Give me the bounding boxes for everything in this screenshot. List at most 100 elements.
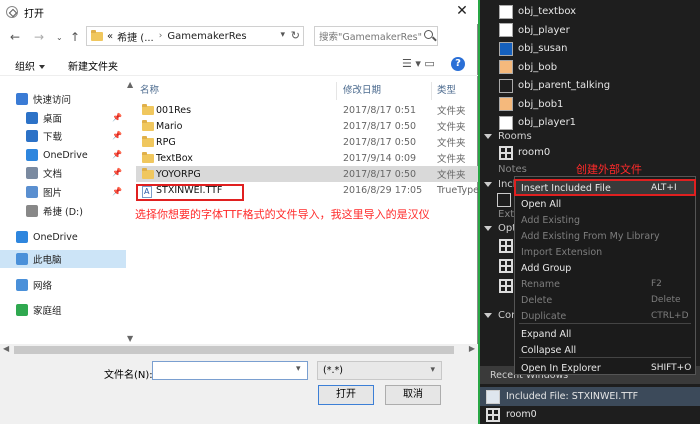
up-arrow-icon[interactable]: ↑ — [70, 30, 80, 44]
menu-item[interactable]: Add Group — [515, 260, 695, 276]
new-folder-button[interactable]: 新建文件夹 — [68, 58, 118, 73]
dialog-titlebar[interactable]: 打开 ✕ — [0, 0, 478, 24]
column-type[interactable]: 类型 — [437, 82, 456, 96]
scroll-up-icon[interactable]: ▲ — [127, 80, 133, 89]
object-item[interactable]: obj_susan — [478, 39, 700, 58]
column-date[interactable]: 修改日期 — [343, 82, 381, 96]
nav-item[interactable]: 快速访问 — [0, 90, 126, 108]
search-placeholder: 搜索"GamemakerRes" — [319, 32, 422, 43]
menu-item[interactable]: Expand All — [515, 326, 695, 342]
forward-arrow-icon[interactable]: → — [34, 30, 44, 44]
menu-item[interactable]: Delete Delete — [515, 292, 695, 308]
pin-icon[interactable]: 📌 — [112, 150, 122, 159]
column-separator[interactable] — [431, 82, 432, 100]
file-name: Mario — [156, 120, 183, 132]
app-icon — [6, 6, 18, 18]
address-bar[interactable]: « 希捷 (... › GamemakerRes ▾ ↻ — [86, 26, 304, 46]
file-row[interactable]: YOYORPG 2017/8/17 0:50 文件夹 — [136, 166, 478, 182]
column-name[interactable]: 名称 — [140, 82, 159, 96]
menu-item-label: Duplicate — [521, 310, 567, 322]
menu-item-label: Add Existing From My Library — [521, 230, 660, 242]
nav-item[interactable]: 下载 📌 — [0, 127, 126, 145]
menu-item[interactable]: Add Existing — [515, 212, 695, 228]
pin-icon[interactable]: 📌 — [112, 187, 122, 196]
object-item[interactable]: obj_bob1 — [478, 95, 700, 114]
nav-item[interactable]: OneDrive — [0, 228, 126, 246]
help-icon[interactable]: ? — [451, 57, 465, 71]
object-label: obj_player — [518, 24, 570, 36]
menu-item[interactable]: Add Existing From My Library — [515, 228, 695, 244]
object-label: obj_bob1 — [518, 98, 564, 110]
nav-item[interactable]: 网络 — [0, 276, 126, 294]
refresh-icon[interactable]: ↻ — [291, 29, 300, 42]
menu-item[interactable]: Duplicate CTRL+D — [515, 308, 695, 324]
scroll-down-icon[interactable]: ▼ — [127, 334, 133, 343]
chevron-right-icon[interactable]: › — [159, 31, 163, 41]
folder-icon — [91, 29, 103, 41]
nav-item[interactable]: 家庭组 — [0, 301, 126, 319]
nav-item-icon — [26, 205, 38, 217]
object-item[interactable]: obj_bob — [478, 58, 700, 77]
open-button[interactable]: 打开 — [318, 385, 374, 405]
file-row[interactable]: RPG 2017/8/17 0:50 文件夹 — [136, 134, 478, 150]
breadcrumb-drive[interactable]: 希捷 (... — [117, 29, 154, 44]
pin-icon[interactable]: 📌 — [112, 168, 122, 177]
dialog-title: 打开 — [24, 8, 44, 20]
file-row[interactable]: Mario 2017/8/17 0:50 文件夹 — [136, 118, 478, 134]
nav-item[interactable]: 文档 📌 — [0, 164, 126, 182]
search-icon — [424, 30, 433, 39]
file-row[interactable]: 001Res 2017/8/17 0:51 文件夹 — [136, 102, 478, 118]
object-item[interactable]: obj_textbox — [478, 2, 700, 21]
nav-item[interactable]: 桌面 📌 — [0, 109, 126, 127]
pin-icon[interactable]: 📌 — [112, 113, 122, 122]
nav-item[interactable]: 图片 📌 — [0, 183, 126, 201]
horizontal-scrollbar[interactable]: ◀ ▶ — [0, 344, 478, 356]
object-item[interactable]: obj_parent_talking — [478, 76, 700, 95]
nav-item-label: 图片 — [43, 188, 63, 199]
scrollbar-thumb[interactable] — [14, 346, 454, 354]
pin-icon[interactable]: 📌 — [112, 131, 122, 140]
view-options-icon[interactable]: ☰ ▾ ▭ — [402, 57, 435, 70]
file-name: 001Res — [156, 104, 192, 116]
nav-item[interactable]: 此电脑 — [0, 250, 126, 268]
recent-item-room0[interactable]: room0 — [480, 405, 700, 424]
breadcrumb-overflow[interactable]: « — [107, 31, 113, 42]
folder-icon — [142, 104, 154, 115]
close-button[interactable]: ✕ — [454, 3, 470, 19]
object-label: obj_parent_talking — [518, 80, 611, 91]
file-row[interactable]: TextBox 2017/9/14 0:09 文件夹 — [136, 150, 478, 166]
menu-item[interactable]: Open All — [515, 196, 695, 212]
nav-item[interactable]: OneDrive 📌 — [0, 146, 126, 164]
menu-item[interactable]: Import Extension — [515, 244, 695, 260]
breadcrumb-folder[interactable]: GamemakerRes — [167, 31, 246, 42]
menu-item-label: Open All — [521, 198, 562, 210]
menu-item-label: Add Existing — [521, 214, 581, 226]
folder-icon — [142, 168, 154, 179]
chevron-down-icon[interactable]: ▾ — [296, 364, 301, 374]
history-chevron-icon[interactable]: ⌄ — [56, 33, 63, 42]
menu-item[interactable]: Open In Explorer SHIFT+O — [515, 360, 695, 376]
menu-item[interactable]: Rename F2 — [515, 276, 695, 292]
nav-item[interactable]: 希捷 (D:) — [0, 202, 126, 220]
recent-item-included-file[interactable]: Included File: STXINWEI.TTF — [480, 387, 700, 406]
nav-item-icon — [26, 186, 38, 198]
file-date: 2017/8/17 0:50 — [343, 168, 417, 180]
annotation-select-font: 选择你想要的字体TTF格式的文件导入，我这里导入的是汉仪 — [135, 208, 430, 221]
chevron-down-icon[interactable]: ▾ — [280, 30, 285, 40]
window-edge-strip — [478, 0, 480, 424]
file-date: 2017/8/17 0:51 — [343, 104, 417, 116]
column-separator[interactable] — [336, 82, 337, 100]
object-item[interactable]: obj_player — [478, 21, 700, 40]
scroll-right-icon[interactable]: ▶ — [469, 344, 475, 353]
nav-item-label: 桌面 — [43, 114, 63, 125]
filename-input[interactable] — [152, 361, 308, 380]
file-type-filter[interactable]: (*.*) ▾ — [317, 361, 442, 380]
scroll-left-icon[interactable]: ◀ — [3, 344, 9, 353]
organize-button[interactable]: 组织 — [15, 58, 45, 73]
menu-item-shortcut: CTRL+D — [651, 311, 689, 321]
back-arrow-icon[interactable]: ← — [10, 30, 20, 44]
cancel-button[interactable]: 取消 — [385, 385, 441, 405]
menu-item[interactable]: Collapse All — [515, 342, 695, 358]
search-input[interactable]: 搜索"GamemakerRes" — [314, 26, 438, 46]
rooms-header-label: Rooms — [498, 131, 532, 142]
